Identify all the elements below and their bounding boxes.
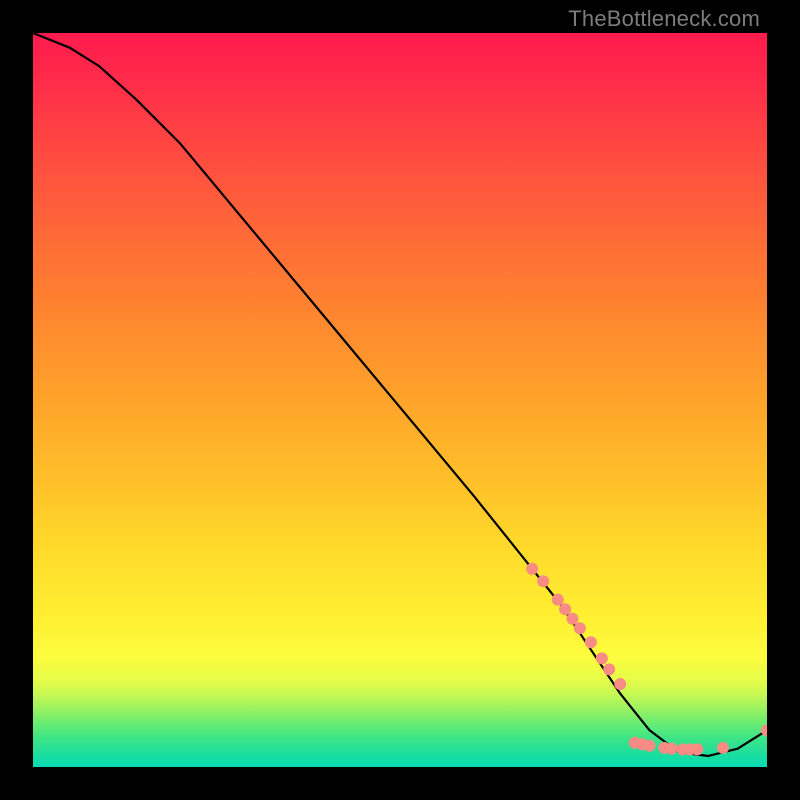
curve-path-group bbox=[33, 33, 767, 756]
highlight-point bbox=[717, 742, 729, 754]
chart-stage: TheBottleneck.com bbox=[0, 0, 800, 800]
highlight-point bbox=[666, 743, 678, 755]
highlight-point bbox=[552, 594, 564, 606]
highlight-point bbox=[644, 740, 656, 752]
chart-svg bbox=[33, 33, 767, 767]
highlight-point bbox=[566, 613, 578, 625]
highlight-point bbox=[603, 663, 615, 675]
highlight-point bbox=[691, 743, 703, 755]
highlight-point bbox=[537, 575, 549, 587]
highlight-point bbox=[574, 622, 586, 634]
curve-path bbox=[33, 33, 767, 756]
highlight-point bbox=[559, 603, 571, 615]
highlight-point bbox=[614, 678, 626, 690]
highlight-point bbox=[585, 636, 597, 648]
watermark-text: TheBottleneck.com bbox=[568, 6, 760, 32]
highlight-point bbox=[526, 563, 538, 575]
highlight-point bbox=[596, 652, 608, 664]
plot-area bbox=[33, 33, 767, 767]
